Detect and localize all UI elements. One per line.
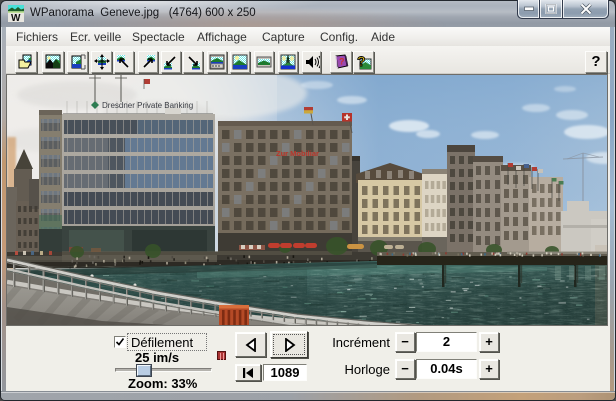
svg-text:Zur Mobiliar: Zur Mobiliar	[276, 149, 319, 158]
svg-text:?: ?	[357, 54, 366, 69]
svg-text:?: ?	[339, 57, 345, 67]
svg-text:W: W	[11, 13, 21, 22]
